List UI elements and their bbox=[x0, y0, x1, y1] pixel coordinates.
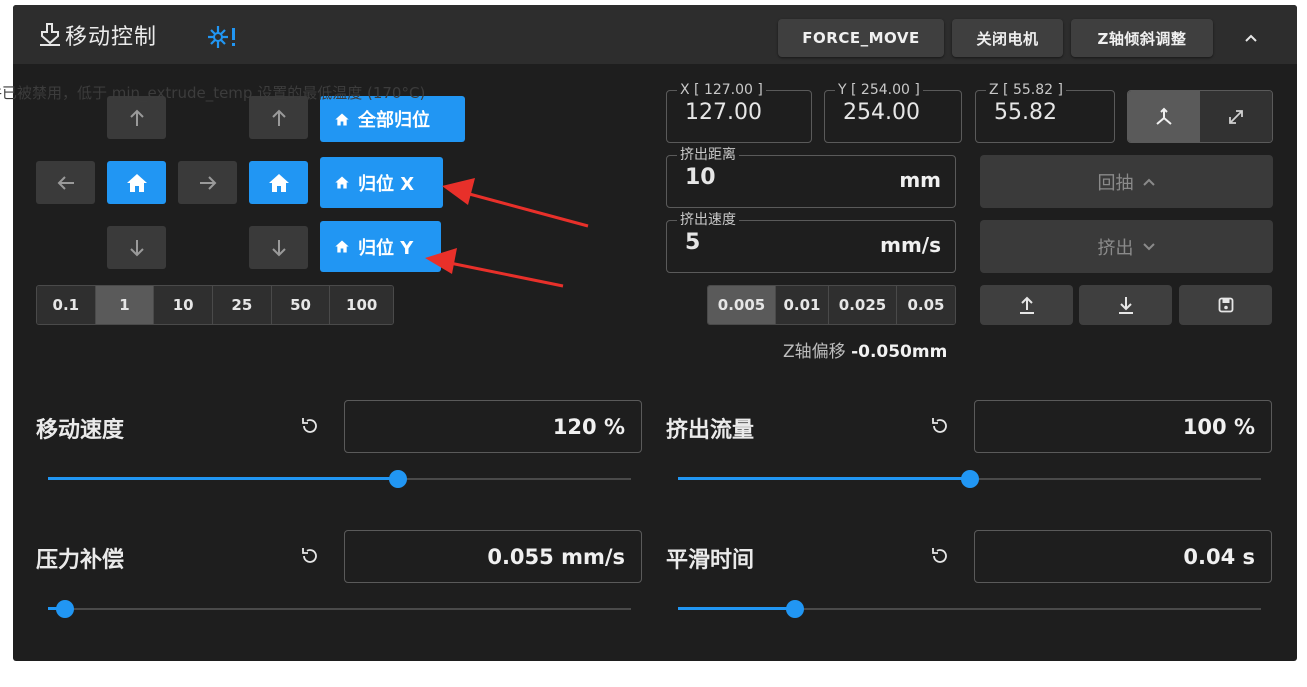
annotation-arrows bbox=[425, 178, 589, 288]
annotation-arrow-y bbox=[425, 248, 564, 288]
annotation-arrow-x bbox=[442, 178, 589, 228]
